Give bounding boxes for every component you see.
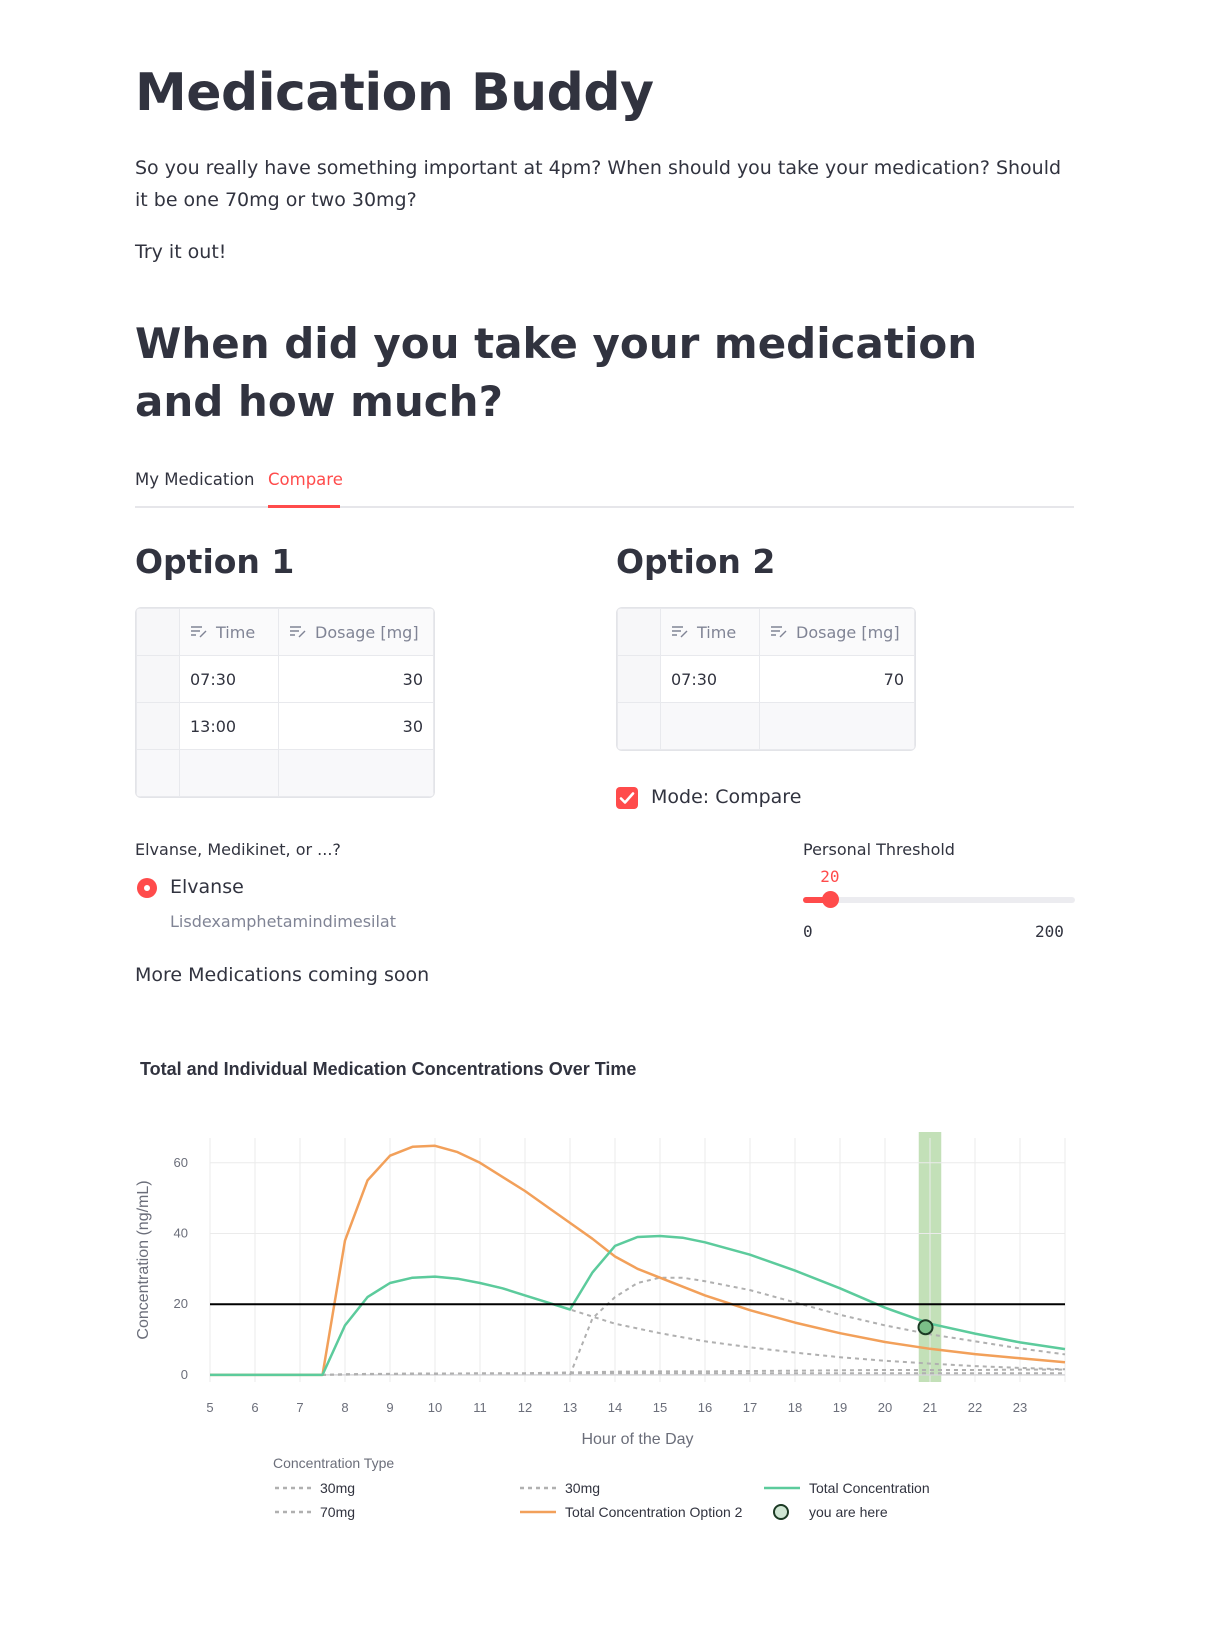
- elvanse-radio[interactable]: [137, 878, 157, 898]
- y-axis-label: Concentration (ng/mL): [135, 1180, 152, 1339]
- table-row: 13:00 30: [136, 702, 434, 750]
- option2-title: Option 2: [616, 542, 776, 581]
- legend-label: Total Concentration: [809, 1480, 930, 1496]
- x-tick-label: 22: [968, 1400, 982, 1415]
- table-row: 07:30 70: [617, 655, 915, 703]
- threshold-label: Personal Threshold: [803, 840, 955, 859]
- y-tick-label: 40: [174, 1225, 188, 1240]
- legend-label: 30mg: [565, 1480, 600, 1496]
- x-tick-label: 7: [296, 1400, 303, 1415]
- x-tick-label: 18: [788, 1400, 802, 1415]
- x-tick-label: 5: [206, 1400, 213, 1415]
- edit-column-icon: [290, 625, 306, 637]
- tab-compare[interactable]: Compare: [268, 470, 343, 489]
- table-row: 07:30 30: [136, 655, 434, 703]
- add-row: [136, 749, 434, 797]
- x-tick-label: 10: [428, 1400, 442, 1415]
- option2-table[interactable]: Time Dosage [mg] 07:30 70: [616, 607, 916, 751]
- checkmark-icon: [619, 792, 635, 804]
- time-column-header[interactable]: Time: [179, 608, 279, 656]
- x-tick-label: 15: [653, 1400, 667, 1415]
- empty-dosage-cell[interactable]: [278, 749, 434, 797]
- x-tick-label: 13: [563, 1400, 577, 1415]
- try-it-text: Try it out!: [135, 241, 227, 263]
- series-line-3: [569, 1276, 1066, 1376]
- dosage-column-header[interactable]: Dosage [mg]: [759, 608, 915, 656]
- x-tick-label: 12: [518, 1400, 532, 1415]
- tab-my-medication[interactable]: My Medication: [135, 470, 254, 489]
- threshold-min: 0: [803, 922, 813, 941]
- legend-label: 30mg: [320, 1480, 355, 1496]
- empty-time-cell[interactable]: [179, 749, 279, 797]
- legend-label: you are here: [809, 1504, 888, 1520]
- you-are-here-marker: [917, 1319, 934, 1336]
- edit-column-icon: [191, 625, 207, 637]
- legend-marker: [773, 1504, 789, 1520]
- x-tick-label: 17: [743, 1400, 757, 1415]
- x-tick-label: 14: [608, 1400, 622, 1415]
- dosage-cell[interactable]: 30: [278, 655, 434, 703]
- y-tick-label: 60: [174, 1155, 188, 1170]
- time-cell[interactable]: 07:30: [660, 655, 760, 703]
- add-row: [617, 702, 915, 750]
- time-column-header[interactable]: Time: [660, 608, 760, 656]
- x-tick-label: 6: [251, 1400, 258, 1415]
- x-tick-label: 19: [833, 1400, 847, 1415]
- y-tick-label: 20: [174, 1296, 188, 1311]
- x-tick-label: 16: [698, 1400, 712, 1415]
- x-tick-label: 9: [386, 1400, 393, 1415]
- edit-column-icon: [672, 625, 688, 637]
- empty-time-cell[interactable]: [660, 702, 760, 750]
- x-tick-label: 8: [341, 1400, 348, 1415]
- section-title: When did you take your medication and ho…: [135, 319, 978, 426]
- intro-text: So you really have something important a…: [135, 157, 1062, 211]
- option1-title: Option 1: [135, 542, 295, 581]
- legend-label: 70mg: [320, 1504, 355, 1520]
- medication-question: Elvanse, Medikinet, or ...?: [135, 840, 341, 859]
- concentration-chart: Total and Individual Medication Concentr…: [135, 1059, 1066, 1520]
- dosage-column-header[interactable]: Dosage [mg]: [278, 608, 434, 656]
- elvanse-label[interactable]: Elvanse: [170, 876, 244, 898]
- threshold-max: 200: [1035, 922, 1064, 941]
- x-tick-label: 23: [1013, 1400, 1027, 1415]
- chart-title: Total and Individual Medication Concentr…: [140, 1059, 636, 1079]
- time-cell[interactable]: 07:30: [179, 655, 279, 703]
- dosage-cell[interactable]: 30: [278, 702, 434, 750]
- time-cell[interactable]: 13:00: [179, 702, 279, 750]
- x-axis-label: Hour of the Day: [581, 1431, 693, 1448]
- edit-column-icon: [771, 625, 787, 637]
- threshold-slider-track[interactable]: [803, 897, 1075, 903]
- x-tick-label: 21: [923, 1400, 937, 1415]
- threshold-slider-thumb[interactable]: [822, 891, 840, 908]
- elvanse-caption: Lisdexamphetamindimesilat: [170, 912, 396, 931]
- mode-compare-label[interactable]: Mode: Compare: [651, 786, 801, 808]
- y-tick-label: 0: [181, 1367, 188, 1382]
- x-tick-label: 11: [473, 1400, 487, 1415]
- option1-table[interactable]: Time Dosage [mg] 07:30 30 13:00 30: [135, 607, 435, 798]
- active-tab-indicator: [268, 505, 340, 508]
- row-index-header: [617, 608, 661, 656]
- page-title: Medication Buddy: [135, 63, 654, 123]
- threshold-value: 20: [820, 867, 840, 886]
- empty-dosage-cell[interactable]: [759, 702, 915, 750]
- row-index-header: [136, 608, 180, 656]
- legend-label: Total Concentration Option 2: [565, 1504, 743, 1520]
- legend-title: Concentration Type: [273, 1455, 394, 1471]
- mode-compare-checkbox[interactable]: [616, 787, 638, 809]
- more-medications-text: More Medications coming soon: [135, 964, 430, 986]
- x-tick-label: 20: [878, 1400, 892, 1415]
- dosage-cell[interactable]: 70: [759, 655, 915, 703]
